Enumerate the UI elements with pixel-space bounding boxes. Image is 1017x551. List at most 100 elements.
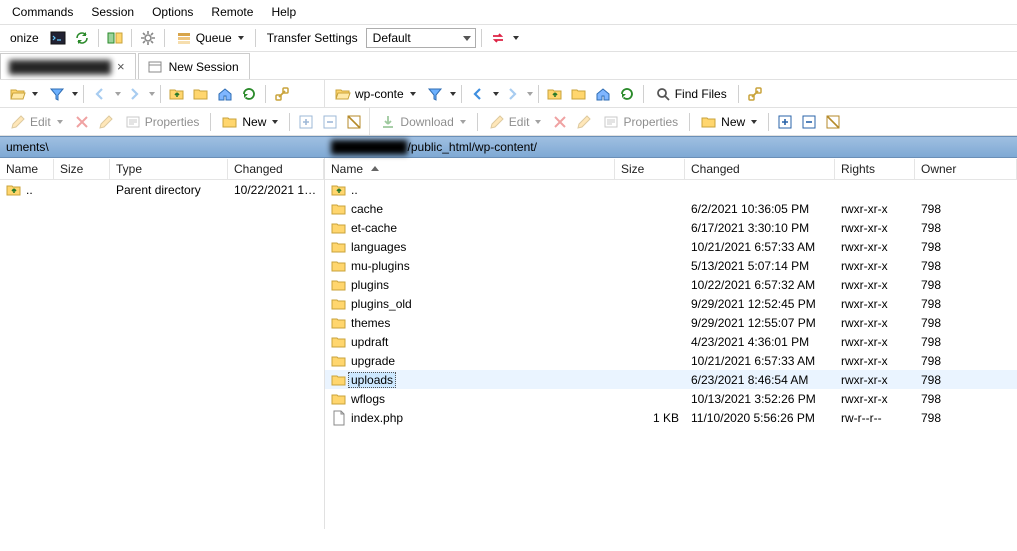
table-row[interactable]: .. [325, 180, 1017, 199]
col-rights[interactable]: Rights [835, 159, 915, 179]
properties-button[interactable]: Properties [597, 111, 684, 133]
download-button[interactable]: Download [374, 111, 471, 133]
table-row[interactable]: plugins_old9/29/2021 12:52:45 PMrwxr-xr-… [325, 294, 1017, 313]
root-folder-icon[interactable] [190, 83, 212, 105]
table-row[interactable]: languages10/21/2021 6:57:33 AMrwxr-xr-x7… [325, 237, 1017, 256]
actions-left: Edit Properties New [0, 108, 370, 136]
queue-button[interactable]: Queue [170, 27, 250, 49]
sync-browse-icon[interactable] [71, 27, 93, 49]
parent-folder-icon[interactable] [544, 83, 566, 105]
rename-icon[interactable] [573, 111, 595, 133]
menu-commands[interactable]: Commands [4, 3, 81, 21]
file-changed: 9/29/2021 12:52:45 PM [685, 297, 835, 311]
transfer-icon[interactable] [487, 27, 509, 49]
new-button[interactable]: New [695, 111, 763, 133]
table-row[interactable]: wflogs10/13/2021 3:52:26 PMrwxr-xr-x798 [325, 389, 1017, 408]
table-row[interactable]: uploads6/23/2021 8:46:54 AMrwxr-xr-x798 [325, 370, 1017, 389]
file-rights: rwxr-xr-x [835, 354, 915, 368]
table-row[interactable]: cache6/2/2021 10:36:05 PMrwxr-xr-x798 [325, 199, 1017, 218]
gear-icon[interactable] [137, 27, 159, 49]
select-all-icon[interactable] [295, 111, 317, 133]
bookmark-icon[interactable] [744, 83, 766, 105]
file-owner: 798 [915, 373, 1017, 387]
table-row[interactable]: themes9/29/2021 12:55:07 PMrwxr-xr-x798 [325, 313, 1017, 332]
col-owner[interactable]: Owner [915, 159, 1017, 179]
terminal-icon[interactable] [47, 27, 69, 49]
two-panel-icon[interactable] [104, 27, 126, 49]
transfer-dropdown[interactable] [513, 36, 519, 40]
col-type[interactable]: Type [110, 159, 228, 179]
root-folder-icon[interactable] [568, 83, 590, 105]
menu-options[interactable]: Options [144, 3, 201, 21]
session-tab-active[interactable]: ████████████ × [0, 53, 136, 79]
delete-icon[interactable] [71, 111, 93, 133]
back-icon[interactable] [467, 83, 489, 105]
table-row[interactable]: ..Parent directory10/22/2021 10:28 [0, 180, 324, 199]
file-rights: rwxr-xr-x [835, 278, 915, 292]
menu-help[interactable]: Help [263, 3, 304, 21]
file-rights: rw-r--r-- [835, 411, 915, 425]
menu-remote[interactable]: Remote [203, 3, 261, 21]
invert-selection-icon[interactable] [343, 111, 365, 133]
nav-left [0, 80, 325, 108]
file-list-left[interactable]: ..Parent directory10/22/2021 10:28 [0, 180, 324, 529]
file-name: index.php [351, 411, 403, 425]
synchronize-button[interactable]: onize [4, 27, 45, 49]
path-bar-left[interactable]: uments\ [0, 136, 325, 158]
table-row[interactable]: et-cache6/17/2021 3:30:10 PMrwxr-xr-x798 [325, 218, 1017, 237]
parent-folder-icon[interactable] [166, 83, 188, 105]
session-tabs: ████████████ × New Session [0, 52, 1017, 80]
new-button[interactable]: New [216, 111, 284, 133]
close-icon[interactable]: × [117, 59, 125, 74]
col-size[interactable]: Size [54, 159, 110, 179]
new-session-tab[interactable]: New Session [138, 53, 250, 79]
folder-icon [331, 334, 347, 350]
filter-icon[interactable] [46, 83, 68, 105]
col-size[interactable]: Size [615, 159, 685, 179]
col-name[interactable]: Name [325, 159, 615, 179]
file-list-right[interactable]: ..cache6/2/2021 10:36:05 PMrwxr-xr-x798e… [325, 180, 1017, 529]
deselect-all-icon[interactable] [798, 111, 820, 133]
refresh-icon[interactable] [616, 83, 638, 105]
properties-button[interactable]: Properties [119, 111, 206, 133]
bookmark-icon[interactable] [271, 83, 293, 105]
deselect-all-icon[interactable] [319, 111, 341, 133]
home-icon[interactable] [592, 83, 614, 105]
table-row[interactable]: updraft4/23/2021 4:36:01 PMrwxr-xr-x798 [325, 332, 1017, 351]
select-all-icon[interactable] [774, 111, 796, 133]
delete-icon[interactable] [549, 111, 571, 133]
refresh-icon[interactable] [238, 83, 260, 105]
back-icon[interactable] [89, 83, 111, 105]
sort-asc-icon [371, 166, 379, 171]
forward-icon[interactable] [123, 83, 145, 105]
file-name: upgrade [351, 354, 395, 368]
home-icon[interactable] [214, 83, 236, 105]
folder-selector-right[interactable]: wp-conte [329, 83, 422, 105]
file-changed: 6/2/2021 10:36:05 PM [685, 202, 835, 216]
find-files-button[interactable]: Find Files [649, 83, 733, 105]
table-row[interactable]: index.php1 KB11/10/2020 5:56:26 PMrw-r--… [325, 408, 1017, 427]
table-row[interactable]: plugins10/22/2021 6:57:32 AMrwxr-xr-x798 [325, 275, 1017, 294]
transfer-settings-select[interactable]: Default [366, 28, 476, 48]
col-name[interactable]: Name [0, 159, 54, 179]
column-headers-left: Name Size Type Changed [0, 158, 324, 180]
new-tab-icon [147, 59, 163, 75]
edit-button[interactable]: Edit [483, 111, 548, 133]
table-row[interactable]: mu-plugins5/13/2021 5:07:14 PMrwxr-xr-x7… [325, 256, 1017, 275]
rename-icon[interactable] [95, 111, 117, 133]
file-name: et-cache [351, 221, 397, 235]
forward-icon[interactable] [501, 83, 523, 105]
file-owner: 798 [915, 335, 1017, 349]
invert-selection-icon[interactable] [822, 111, 844, 133]
file-rights: rwxr-xr-x [835, 240, 915, 254]
edit-button[interactable]: Edit [4, 111, 69, 133]
col-changed[interactable]: Changed [228, 159, 324, 179]
folder-selector-left[interactable] [4, 83, 44, 105]
col-changed[interactable]: Changed [685, 159, 835, 179]
filter-icon[interactable] [424, 83, 446, 105]
menu-session[interactable]: Session [83, 3, 142, 21]
path-bar-right[interactable]: █████████/public_html/wp-content/ [325, 136, 1017, 158]
file-rights: rwxr-xr-x [835, 297, 915, 311]
file-rights: rwxr-xr-x [835, 373, 915, 387]
table-row[interactable]: upgrade10/21/2021 6:57:33 AMrwxr-xr-x798 [325, 351, 1017, 370]
